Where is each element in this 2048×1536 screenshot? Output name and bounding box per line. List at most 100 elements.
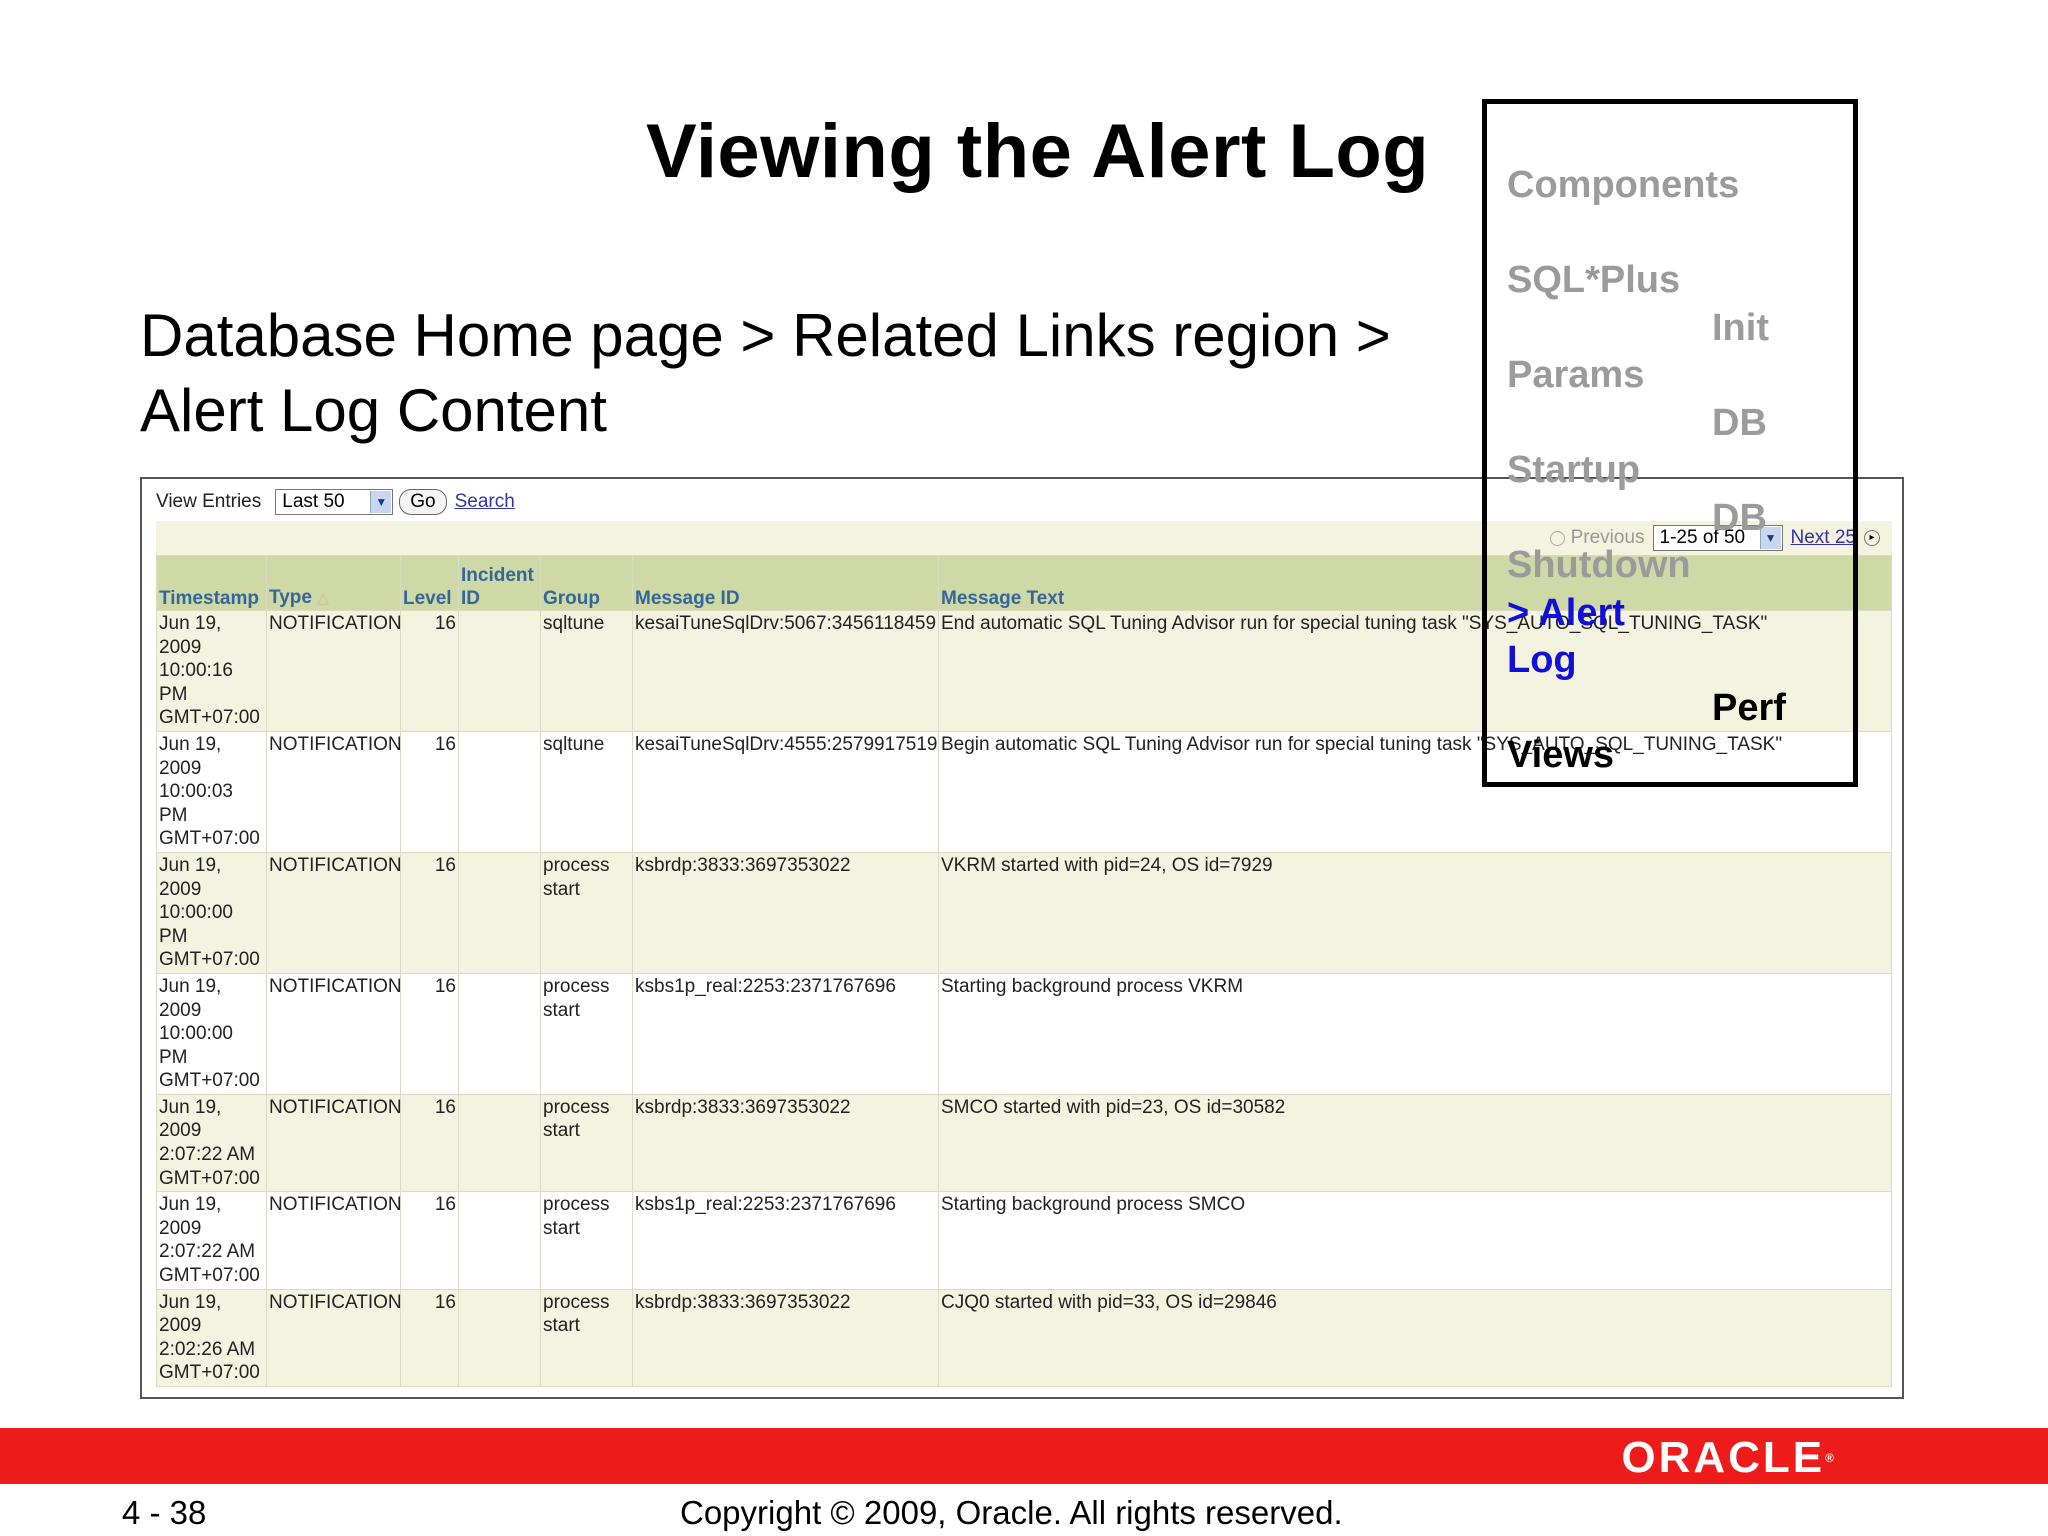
incident-header-line-1: Incident [461,565,534,586]
cell-timestamp-line: PM [159,925,188,947]
cell-timestamp-line: GMT+07:00 [159,949,260,971]
cell-timestamp: Jun 19, 2009 10:00:03 PM GMT+07:00 [156,730,267,853]
cell-group: process start [540,1191,633,1290]
table-row: Jun 19, 2009 2:07:22 AM GMT+07:00 NOTIFICATI… [156,1191,1892,1290]
cell-type-line: NOTIFICATION [269,975,402,997]
column-header-message-id[interactable]: Message ID [632,555,939,611]
cell-type: NOTIFICATION [266,1093,402,1193]
cell-group-line: sqltune [543,733,605,755]
cell-level: 16 [400,610,459,732]
cell-message-id: ksbrdp:3833:3697353022 [632,851,939,974]
cell-timestamp-line: GMT+07:00 [159,1167,260,1189]
cell-group-line: start [543,878,580,900]
topic-navigation-box: Components SQL*Plus Init Params DB Start… [1482,99,1858,787]
cell-level-line: 16 [434,854,456,876]
cell-incident-id [458,851,541,974]
cell-message-text: Starting background process SMCO [938,1191,1892,1290]
cell-level-line: 16 [434,733,456,755]
cell-timestamp: Jun 19, 2009 10:00:00 PM GMT+07:00 [156,851,267,974]
cell-timestamp-line: 2009 [159,1120,202,1142]
column-header-timestamp[interactable]: Timestamp [156,555,267,611]
cell-timestamp-line: 2009 [159,1315,202,1337]
nav-components: Components [1507,164,1740,206]
table-row: Jun 19, 2009 2:02:26 AM GMT+07:00 NOTIFICATI… [156,1288,1892,1388]
column-header-level[interactable]: Level [400,555,459,611]
cell-incident-id [458,1288,541,1388]
cell-level: 16 [400,1191,459,1290]
sort-ascending-icon: △ [317,590,329,607]
cell-timestamp-line: GMT+07:00 [159,1265,260,1287]
nav-db-shutdown: DB [1712,497,1767,539]
cell-message-text: VKRM started with pid=24, OS id=7929 [938,851,1892,974]
cell-level-line: 16 [434,1096,456,1118]
nav-views: Views [1507,734,1615,776]
cell-message-id: ksbrdp:3833:3697353022 [632,1288,939,1388]
cell-level-line: 16 [434,1194,456,1216]
cell-message-text-line: VKRM started with pid=24, OS id=7929 [941,854,1273,876]
cell-type: NOTIFICATION [266,1288,402,1388]
cell-group: process start [540,972,633,1095]
cell-group-line: process [543,1194,610,1216]
view-entries-select[interactable]: Last 50 ▼ [275,489,394,515]
copyright-notice: Copyright © 2009, Oracle. All rights res… [680,1494,1343,1531]
cell-group: process start [540,851,633,974]
cell-timestamp-line: 10:00:16 [159,660,233,682]
column-header-type[interactable]: Type △ [266,555,401,611]
cell-group-line: start [543,1120,580,1142]
cell-message-text-line: Starting background process VKRM [941,975,1244,997]
cell-group-line: start [543,999,580,1021]
chevron-down-icon[interactable]: ▼ [370,491,392,513]
nav-alert-current: > Alert [1507,590,1712,636]
cell-message-id-line: kesaiTuneSqlDrv:4555:2579917519 [635,733,938,755]
cell-message-id-line: ksbrdp:3833:3697353022 [635,1096,851,1118]
go-button[interactable]: Go [399,489,447,515]
view-entries-label: View Entries [156,491,262,512]
cell-timestamp-line: Jun 19, [159,1194,222,1216]
cell-timestamp: Jun 19, 2009 2:07:22 AM GMT+07:00 [156,1093,267,1193]
cell-level: 16 [400,730,459,853]
column-header-incident-id[interactable]: Incident ID [458,555,541,611]
cell-type: NOTIFICATION [266,730,402,853]
cell-timestamp-line: GMT+07:00 [159,707,260,729]
oracle-logo-text: ORACLE [1621,1433,1826,1482]
cell-incident-id [458,1093,541,1193]
cell-timestamp-line: PM [159,804,188,826]
cell-level-line: 16 [434,613,456,634]
cell-timestamp-line: 10:00:00 [159,902,233,924]
cell-timestamp: Jun 19, 2009 2:02:26 AM GMT+07:00 [156,1288,267,1388]
cell-message-text-line: Starting background process SMCO [941,1194,1246,1216]
cell-message-text-line: SMCO started with pid=23, OS id=30582 [941,1096,1286,1118]
cell-timestamp-line: Jun 19, [159,733,222,755]
cell-level-line: 16 [434,1291,456,1313]
search-link[interactable]: Search [455,491,515,513]
cell-message-id-line: kesaiTuneSqlDrv:5067:3456118459 [635,613,937,634]
cell-timestamp-line: Jun 19, [159,975,222,997]
nav-params: Params [1507,354,1645,396]
cell-type: NOTIFICATION [266,1191,402,1290]
cell-group-line: sqltune [543,613,605,634]
oracle-logo: ORACLE® [1621,1434,1834,1482]
cell-level: 16 [400,1093,459,1193]
nav-alert-prefix: > Alert [1507,592,1625,634]
cell-group: process start [540,1288,633,1388]
cell-type: NOTIFICATION [266,972,402,1095]
cell-timestamp: Jun 19, 2009 10:00:00 PM GMT+07:00 [156,972,267,1095]
next-arrow-icon[interactable]: ▸ [1864,530,1880,546]
cell-level: 16 [400,972,459,1095]
cell-type-line: NOTIFICATION [269,1194,402,1216]
cell-timestamp-line: 2:07:22 AM [159,1144,256,1166]
cell-incident-id [458,972,541,1095]
nav-perf: Perf [1712,687,1786,729]
nav-sqlplus: SQL*Plus [1507,259,1681,301]
cell-level: 16 [400,851,459,974]
cell-message-id: kesaiTuneSqlDrv:5067:3456118459 [632,610,939,732]
table-row: Jun 19, 2009 10:00:00 PM GMT+07:00 NOTIFICATI… [156,972,1892,1095]
table-row: Jun 19, 2009 10:00:00 PM GMT+07:00 NOTIFICATI… [156,851,1892,974]
cell-timestamp: Jun 19, 2009 2:07:22 AM GMT+07:00 [156,1191,267,1290]
cell-group-line: process [543,1096,610,1118]
cell-timestamp-line: PM [159,683,188,705]
column-header-group[interactable]: Group [540,555,633,611]
cell-message-id-line: ksbrdp:3833:3697353022 [635,1291,851,1313]
cell-level-line: 16 [434,975,456,997]
cell-timestamp-line: Jun 19, [159,1096,222,1118]
